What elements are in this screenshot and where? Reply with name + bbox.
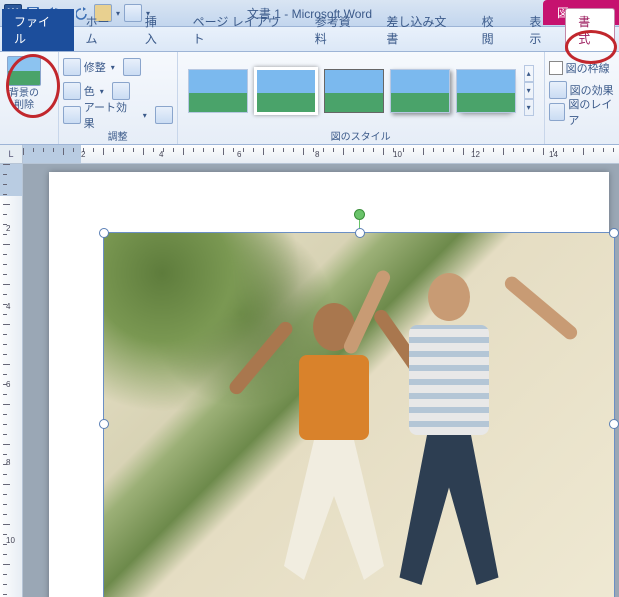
border-swatch-icon xyxy=(549,61,563,75)
color-icon xyxy=(63,82,81,100)
page xyxy=(49,172,609,597)
rotate-handle[interactable] xyxy=(354,209,365,220)
document-area[interactable] xyxy=(23,164,619,597)
picture-layout-button[interactable]: 図のレイア xyxy=(549,102,619,122)
resize-handle-r[interactable] xyxy=(609,419,619,429)
ribbon: 背景の 削除 修整▾ 色▾ アート効果▾ 調整 ▴ ▾ ▾ 図のスタイル 図の枠… xyxy=(0,52,619,145)
tab-insert[interactable]: 挿入 xyxy=(133,9,181,51)
vertical-ruler[interactable]: 246810 xyxy=(0,164,23,597)
effects-menu-icon xyxy=(549,81,567,99)
brightness-icon xyxy=(63,58,81,76)
tab-mailings[interactable]: 差し込み文書 xyxy=(374,9,469,51)
corrections-button[interactable]: 修整▾ xyxy=(63,56,141,78)
picture-border-button[interactable]: 図の枠線 xyxy=(549,58,619,78)
selected-picture[interactable] xyxy=(103,232,615,597)
reset-picture-icon[interactable] xyxy=(155,106,173,124)
change-picture-icon[interactable] xyxy=(112,82,130,100)
resize-handle-tr[interactable] xyxy=(609,228,619,238)
style-scroll-up[interactable]: ▴ xyxy=(524,65,534,82)
tab-review[interactable]: 校閲 xyxy=(470,9,518,51)
tab-page-layout[interactable]: ページ レイアウト xyxy=(181,9,303,51)
picture-style-5[interactable] xyxy=(456,69,516,113)
picture-style-4[interactable] xyxy=(390,69,450,113)
compress-icon[interactable] xyxy=(123,58,141,76)
picture-style-2[interactable] xyxy=(254,67,318,115)
resize-handle-tl[interactable] xyxy=(99,228,109,238)
workspace: 246810 xyxy=(0,164,619,597)
picture-style-3[interactable] xyxy=(324,69,384,113)
photo-content xyxy=(104,233,614,597)
effects-icon xyxy=(63,106,81,124)
resize-handle-t[interactable] xyxy=(355,228,365,238)
resize-handle-l[interactable] xyxy=(99,419,109,429)
tab-references[interactable]: 参考資料 xyxy=(303,9,375,51)
horizontal-ruler[interactable]: 2468101214 xyxy=(23,145,619,163)
style-gallery-more[interactable]: ▾ xyxy=(524,99,534,116)
layout-icon xyxy=(549,103,566,121)
ruler-row: L 2468101214 xyxy=(0,145,619,164)
picture-icon xyxy=(7,56,41,86)
remove-background-button[interactable]: 背景の 削除 xyxy=(4,54,44,111)
group-label-styles: 図のスタイル xyxy=(182,127,540,144)
tab-selector[interactable]: L xyxy=(0,145,23,163)
artistic-effects-button[interactable]: アート効果▾ xyxy=(63,104,173,126)
tab-file[interactable]: ファイル xyxy=(2,9,74,51)
group-label-adjust: 調整 xyxy=(63,127,173,144)
style-scroll-down[interactable]: ▾ xyxy=(524,82,534,99)
picture-options: 図の枠線 図の効果 図のレイア xyxy=(545,52,619,144)
tab-view[interactable]: 表示 xyxy=(517,9,565,51)
ribbon-tabs: ファイル ホーム 挿入 ページ レイアウト 参考資料 差し込み文書 校閲 表示 … xyxy=(0,27,619,52)
tab-format[interactable]: 書式 xyxy=(565,8,615,51)
tab-home[interactable]: ホーム xyxy=(74,9,133,51)
picture-style-1[interactable] xyxy=(188,69,248,113)
